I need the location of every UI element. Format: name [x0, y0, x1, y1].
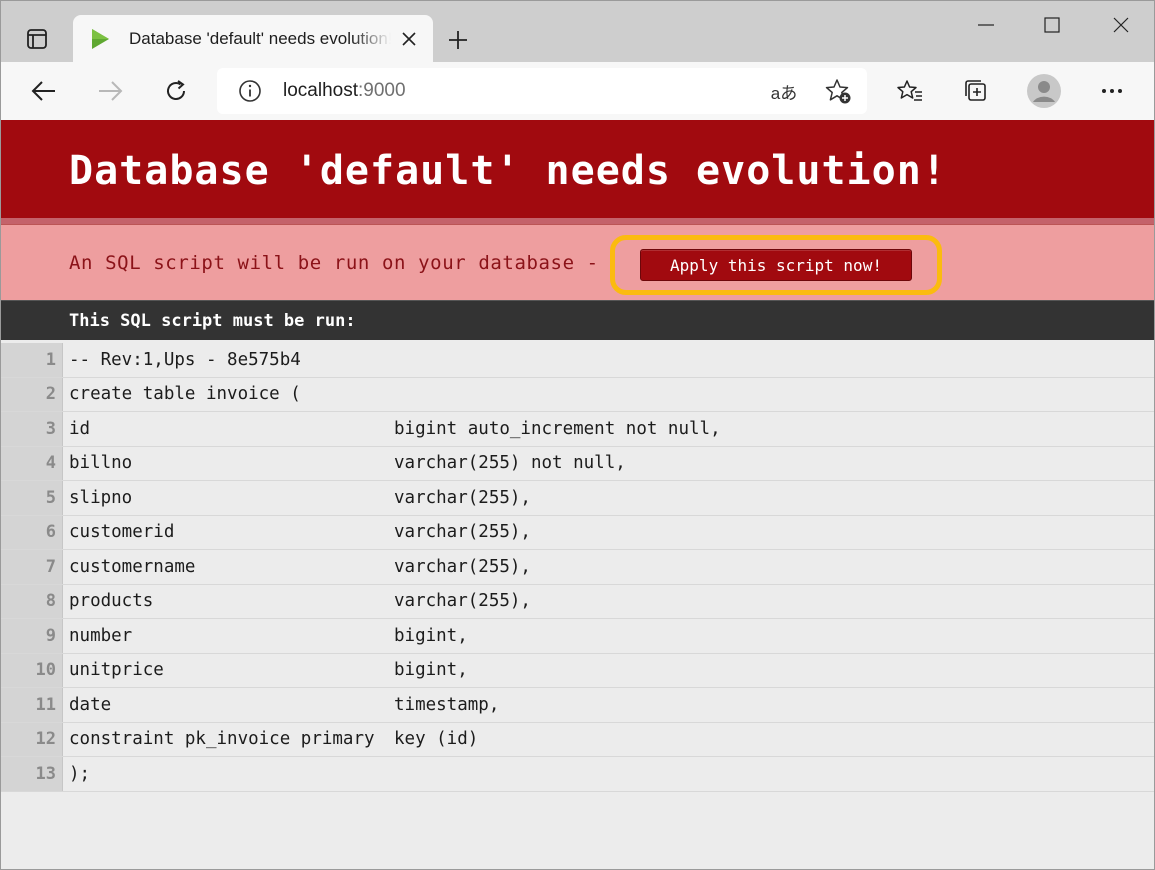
code-text: ); [63, 757, 90, 791]
code-column-name: slipno [69, 487, 133, 508]
close-window-icon[interactable] [1091, 5, 1151, 45]
close-tab-icon[interactable] [399, 29, 419, 49]
profile-avatar-icon[interactable] [1023, 70, 1065, 112]
line-number: 8 [1, 584, 63, 618]
line-number: 1 [1, 343, 63, 377]
tab-title: Database 'default' needs evolution! [129, 29, 391, 48]
script-warning-text: An SQL script will be run on your databa… [69, 251, 599, 274]
code-column-name: constraint pk_invoice primary [69, 729, 375, 750]
read-aloud-icon[interactable]: aあ [765, 72, 803, 110]
code-line: 9 number bigint, [1, 619, 1154, 654]
highlight-ring: Apply this script now! [610, 235, 942, 295]
code-column-type: bigint, [394, 625, 468, 646]
code-column-name: ); [69, 763, 91, 784]
code-text: unitprice bigint, [63, 654, 468, 688]
line-number: 7 [1, 550, 63, 584]
script-header: This SQL script must be run: [1, 300, 1154, 340]
line-number: 2 [1, 377, 63, 411]
line-number: 4 [1, 446, 63, 480]
line-number: 9 [1, 619, 63, 653]
code-text: billno varchar(255) not null, [63, 447, 626, 481]
code-text: date timestamp, [63, 688, 499, 722]
tab-actions-icon[interactable] [15, 21, 59, 57]
collections-icon[interactable] [955, 70, 997, 112]
code-column-type: varchar(255), [394, 591, 531, 612]
code-column-name: number [69, 625, 133, 646]
code-text: constraint pk_invoice primary key (id) [63, 723, 478, 757]
more-options-icon[interactable] [1091, 70, 1133, 112]
code-line: 10 unitprice bigint, [1, 653, 1154, 688]
favorites-icon[interactable] [889, 70, 931, 112]
line-number: 6 [1, 515, 63, 549]
sql-script-listing: 1 -- Rev:1,Ups - 8e575b4 2 create table inv… [1, 343, 1154, 792]
line-number: 5 [1, 481, 63, 515]
code-text: customername varchar(255), [63, 550, 531, 584]
code-text: customerid varchar(255), [63, 516, 531, 550]
code-line: 1 -- Rev:1,Ups - 8e575b4 [1, 343, 1154, 378]
code-line: 5 slipno varchar(255), [1, 481, 1154, 516]
code-column-type: varchar(255), [394, 522, 531, 543]
refresh-icon[interactable] [155, 70, 197, 112]
line-number: 13 [1, 757, 63, 791]
play-framework-favicon-icon [92, 29, 109, 49]
page-content: Database 'default' needs evolution! An S… [0, 120, 1155, 870]
code-column-type: timestamp, [394, 694, 500, 715]
apply-script-button[interactable]: Apply this script now! [640, 249, 912, 281]
code-column-name: customerid [69, 522, 175, 543]
code-column-type: varchar(255), [394, 556, 531, 577]
code-text: -- Rev:1,Ups - 8e575b4 [63, 343, 301, 377]
back-icon[interactable] [23, 70, 65, 112]
page-title: Database 'default' needs evolution! [69, 148, 947, 194]
forward-icon[interactable] [89, 70, 131, 112]
code-line: 11 date timestamp, [1, 688, 1154, 723]
evolution-subheader: An SQL script will be run on your databa… [1, 224, 1154, 300]
url-text[interactable]: localhost:9000 [283, 80, 406, 102]
code-line: 8 products varchar(255), [1, 584, 1154, 619]
maximize-icon[interactable] [1022, 5, 1082, 45]
code-line: 12 constraint pk_invoice primary key (id) [1, 722, 1154, 757]
code-line: 6 customerid varchar(255), [1, 515, 1154, 550]
address-bar[interactable]: localhost:9000 aあ [217, 68, 867, 114]
new-tab-icon[interactable] [441, 23, 475, 57]
line-number: 12 [1, 722, 63, 756]
site-info-icon[interactable] [237, 78, 263, 104]
code-column-type: bigint, [394, 660, 468, 681]
code-line: 2 create table invoice ( [1, 377, 1154, 412]
code-line: 13); [1, 757, 1154, 792]
code-column-name: -- Rev:1,Ups - 8e575b4 [69, 349, 301, 370]
code-column-name: date [69, 694, 112, 715]
code-column-type: varchar(255), [394, 487, 531, 508]
line-number: 11 [1, 688, 63, 722]
evolution-header: Database 'default' needs evolution! [1, 120, 1154, 224]
add-favorite-icon[interactable] [819, 72, 857, 110]
code-text: products varchar(255), [63, 585, 531, 619]
code-column-name: id [69, 418, 91, 439]
code-column-name: products [69, 591, 154, 612]
code-column-type: bigint auto_increment not null, [394, 418, 721, 439]
browser-toolbar: localhost:9000 aあ [0, 62, 1155, 120]
line-number: 10 [1, 653, 63, 687]
browser-titlebar: Database 'default' needs evolution! [0, 0, 1155, 63]
code-text: number bigint, [63, 619, 468, 653]
code-text: slipno varchar(255), [63, 481, 531, 515]
code-column-type: varchar(255) not null, [394, 453, 626, 474]
code-line: 3 id bigint auto_increment not null, [1, 412, 1154, 447]
active-tab[interactable]: Database 'default' needs evolution! [73, 15, 433, 63]
code-text: id bigint auto_increment not null, [63, 412, 721, 446]
code-column-type: key (id) [394, 729, 479, 750]
line-number: 3 [1, 412, 63, 446]
code-line: 4 billno varchar(255) not null, [1, 446, 1154, 481]
code-column-name: customername [69, 556, 196, 577]
code-column-name: billno [69, 453, 133, 474]
minimize-icon[interactable] [956, 5, 1016, 45]
code-column-name: unitprice [69, 660, 164, 681]
code-column-name: create table invoice ( [69, 384, 301, 405]
code-text: create table invoice ( [63, 378, 301, 412]
code-line: 7 customername varchar(255), [1, 550, 1154, 585]
